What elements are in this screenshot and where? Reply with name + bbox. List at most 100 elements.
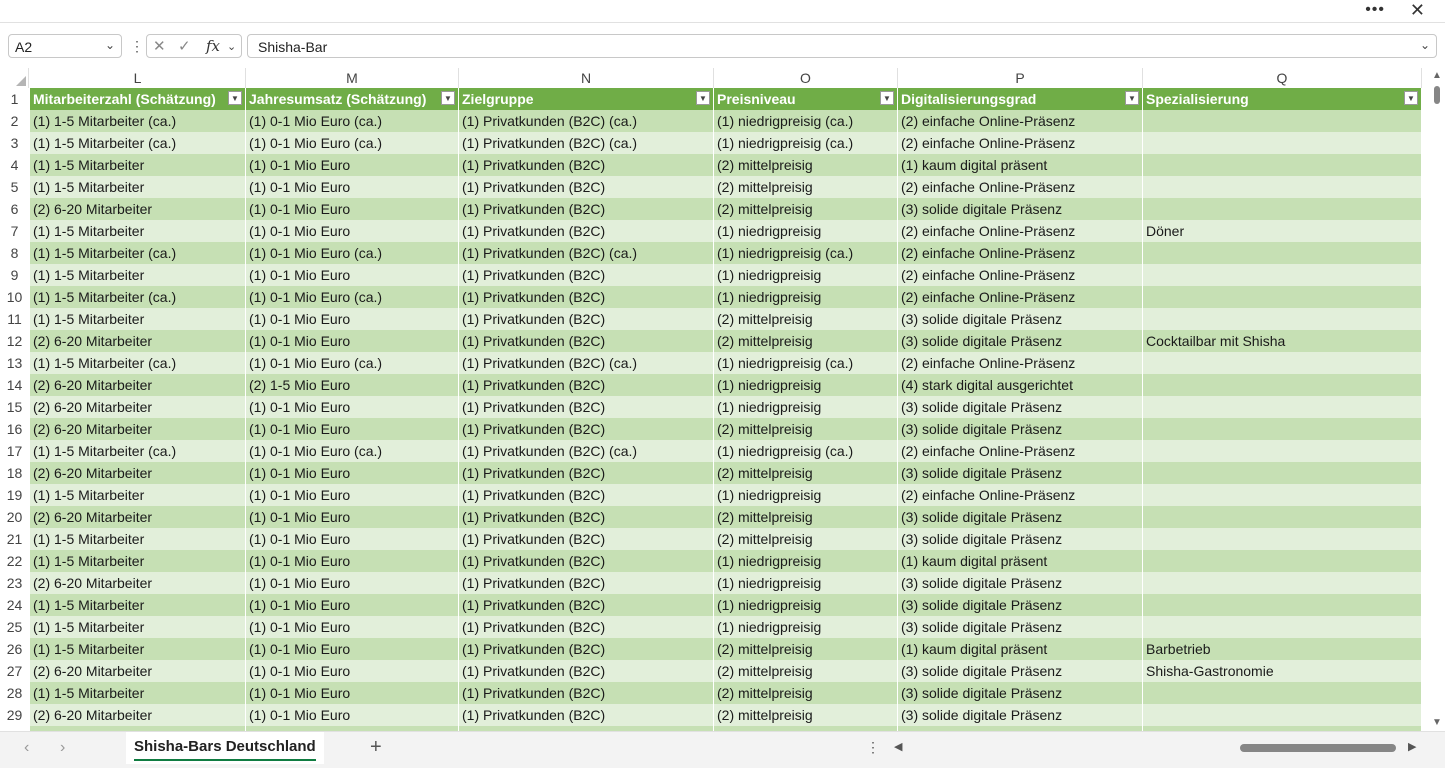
row-number[interactable]: 16 — [0, 418, 29, 440]
table-cell[interactable]: (1) Privatkunden (B2C) — [459, 660, 714, 682]
sheet-tab-active[interactable]: Shisha-Bars Deutschland — [126, 732, 324, 764]
table-cell[interactable]: (1) Privatkunden (B2C) — [459, 550, 714, 572]
vertical-dots-icon[interactable]: ⋮ — [130, 38, 144, 55]
table-cell[interactable]: (1) 0-1 Mio Euro — [246, 220, 459, 242]
row-number[interactable]: 29 — [0, 704, 29, 726]
table-cell[interactable] — [1143, 308, 1422, 330]
table-cell[interactable]: (2) einfache Online-Präsenz — [898, 286, 1143, 308]
table-cell[interactable]: (1) 1-5 Mitarbeiter — [30, 528, 246, 550]
column-header-4[interactable]: P — [898, 68, 1143, 88]
table-cell[interactable]: (2) 1-5 Mio Euro — [246, 374, 459, 396]
table-cell[interactable]: (1) 0-1 Mio Euro (ca.) — [246, 110, 459, 132]
row-number[interactable]: 3 — [0, 132, 29, 154]
table-cell[interactable]: (1) 1-5 Mitarbeiter (ca.) — [30, 110, 246, 132]
table-cell[interactable]: (1) Privatkunden (B2C) (ca.) — [459, 132, 714, 154]
table-cell[interactable] — [1143, 594, 1422, 616]
table-cell[interactable]: (2) mittelpreisig — [714, 704, 898, 726]
table-cell[interactable]: (2) 6-20 Mitarbeiter — [30, 418, 246, 440]
table-cell[interactable]: (1) 0-1 Mio Euro (ca.) — [246, 132, 459, 154]
table-cell[interactable]: (1) 0-1 Mio Euro — [246, 682, 459, 704]
prev-sheet-icon[interactable]: ‹ — [24, 739, 29, 757]
table-cell[interactable]: (2) einfache Online-Präsenz — [898, 484, 1143, 506]
table-cell[interactable]: (1) Privatkunden (B2C) — [459, 198, 714, 220]
row-number[interactable]: 13 — [0, 352, 29, 374]
row-number[interactable]: 8 — [0, 242, 29, 264]
vertical-scrollbar[interactable]: ▲ ▼ — [1429, 68, 1445, 730]
table-cell[interactable]: (2) 6-20 Mitarbeiter — [30, 198, 246, 220]
cancel-icon[interactable]: ✕ — [153, 37, 166, 55]
table-cell[interactable]: (1) 1-5 Mitarbeiter — [30, 594, 246, 616]
table-header-cell[interactable]: Preisniveau ▼ — [714, 88, 898, 110]
table-cell[interactable] — [1143, 506, 1422, 528]
table-cell[interactable]: (1) niedrigpreisig (ca.) — [714, 352, 898, 374]
table-cell[interactable]: (1) niedrigpreisig — [714, 374, 898, 396]
table-cell[interactable]: (1) Privatkunden (B2C) — [459, 528, 714, 550]
table-cell[interactable]: (3) solide digitale Präsenz — [898, 660, 1143, 682]
table-cell[interactable]: (2) mittelpreisig — [714, 682, 898, 704]
table-cell[interactable]: (1) 1-5 Mitarbeiter — [30, 484, 246, 506]
table-cell[interactable]: (1) Privatkunden (B2C) (ca.) — [459, 242, 714, 264]
table-cell[interactable]: (1) 1-5 Mitarbeiter — [30, 638, 246, 660]
table-cell[interactable]: (2) einfache Online-Präsenz — [898, 110, 1143, 132]
table-cell[interactable] — [1143, 110, 1422, 132]
table-cell[interactable]: (2) 6-20 Mitarbeiter — [30, 506, 246, 528]
table-cell[interactable]: (3) solide digitale Präsenz — [898, 330, 1143, 352]
table-cell[interactable]: (1) Privatkunden (B2C) — [459, 638, 714, 660]
row-number[interactable]: 2 — [0, 110, 29, 132]
table-cell[interactable] — [1143, 528, 1422, 550]
table-cell[interactable]: (1) 0-1 Mio Euro — [246, 704, 459, 726]
row-number[interactable]: 10 — [0, 286, 29, 308]
table-cell[interactable]: (1) niedrigpreisig (ca.) — [714, 132, 898, 154]
row-number[interactable]: 14 — [0, 374, 29, 396]
table-cell[interactable]: (2) 6-20 Mitarbeiter — [30, 462, 246, 484]
table-cell[interactable]: (1) niedrigpreisig — [714, 484, 898, 506]
scroll-down-icon[interactable]: ▼ — [1432, 717, 1442, 728]
table-cell[interactable]: Cocktailbar mit Shisha — [1143, 330, 1422, 352]
table-cell[interactable]: (1) 1-5 Mitarbeiter — [30, 264, 246, 286]
table-cell[interactable]: (3) solide digitale Präsenz — [898, 616, 1143, 638]
table-cell[interactable]: (1) Privatkunden (B2C) — [459, 616, 714, 638]
table-cell[interactable]: (3) solide digitale Präsenz — [898, 462, 1143, 484]
table-cell[interactable]: (2) einfache Online-Präsenz — [898, 242, 1143, 264]
scroll-left-icon[interactable]: ◀ — [894, 740, 902, 753]
filter-dropdown-icon[interactable]: ▼ — [441, 91, 455, 105]
table-cell[interactable]: (2) 6-20 Mitarbeiter — [30, 704, 246, 726]
table-cell[interactable]: (1) niedrigpreisig (ca.) — [714, 440, 898, 462]
table-cell[interactable]: (1) Privatkunden (B2C) — [459, 286, 714, 308]
table-cell[interactable]: (1) Privatkunden (B2C) — [459, 374, 714, 396]
table-cell[interactable]: (3) solide digitale Präsenz — [898, 396, 1143, 418]
table-cell[interactable]: (1) 0-1 Mio Euro — [246, 154, 459, 176]
table-cell[interactable]: (1) 1-5 Mitarbeiter — [30, 682, 246, 704]
table-header-cell[interactable]: Jahresumsatz (Schätzung) ▼ — [246, 88, 459, 110]
scroll-up-icon[interactable]: ▲ — [1432, 70, 1442, 81]
table-cell[interactable]: Shisha-Gastronomie — [1143, 660, 1422, 682]
close-icon[interactable]: ✕ — [1410, 0, 1425, 21]
table-cell[interactable]: (1) 0-1 Mio Euro — [246, 660, 459, 682]
table-cell[interactable]: (1) kaum digital präsent — [898, 154, 1143, 176]
table-cell[interactable]: (1) Privatkunden (B2C) — [459, 484, 714, 506]
row-number[interactable]: 6 — [0, 198, 29, 220]
table-cell[interactable]: Barbetrieb — [1143, 638, 1422, 660]
table-cell[interactable]: (2) 6-20 Mitarbeiter — [30, 572, 246, 594]
row-number[interactable]: 18 — [0, 462, 29, 484]
table-cell[interactable]: (1) niedrigpreisig (ca.) — [714, 110, 898, 132]
vertical-dots-icon[interactable]: ⋮ — [866, 739, 880, 756]
table-cell[interactable]: (1) niedrigpreisig (ca.) — [714, 242, 898, 264]
table-cell[interactable] — [1143, 682, 1422, 704]
row-number[interactable]: 12 — [0, 330, 29, 352]
row-number[interactable]: 24 — [0, 594, 29, 616]
table-cell[interactable]: (1) 1-5 Mitarbeiter — [30, 220, 246, 242]
table-cell[interactable]: (1) niedrigpreisig — [714, 286, 898, 308]
table-cell[interactable]: (1) Privatkunden (B2C) (ca.) — [459, 110, 714, 132]
table-cell[interactable] — [1143, 374, 1422, 396]
table-cell[interactable]: (1) 0-1 Mio Euro — [246, 176, 459, 198]
table-cell[interactable]: (1) niedrigpreisig — [714, 616, 898, 638]
table-cell[interactable] — [1143, 242, 1422, 264]
table-cell[interactable]: (3) solide digitale Präsenz — [898, 594, 1143, 616]
table-cell[interactable]: (1) 0-1 Mio Euro — [246, 264, 459, 286]
select-all-corner[interactable] — [0, 68, 29, 88]
table-cell[interactable]: (1) 0-1 Mio Euro — [246, 330, 459, 352]
table-cell[interactable]: (2) mittelpreisig — [714, 198, 898, 220]
table-cell[interactable]: (1) 1-5 Mitarbeiter — [30, 308, 246, 330]
row-number[interactable]: 21 — [0, 528, 29, 550]
